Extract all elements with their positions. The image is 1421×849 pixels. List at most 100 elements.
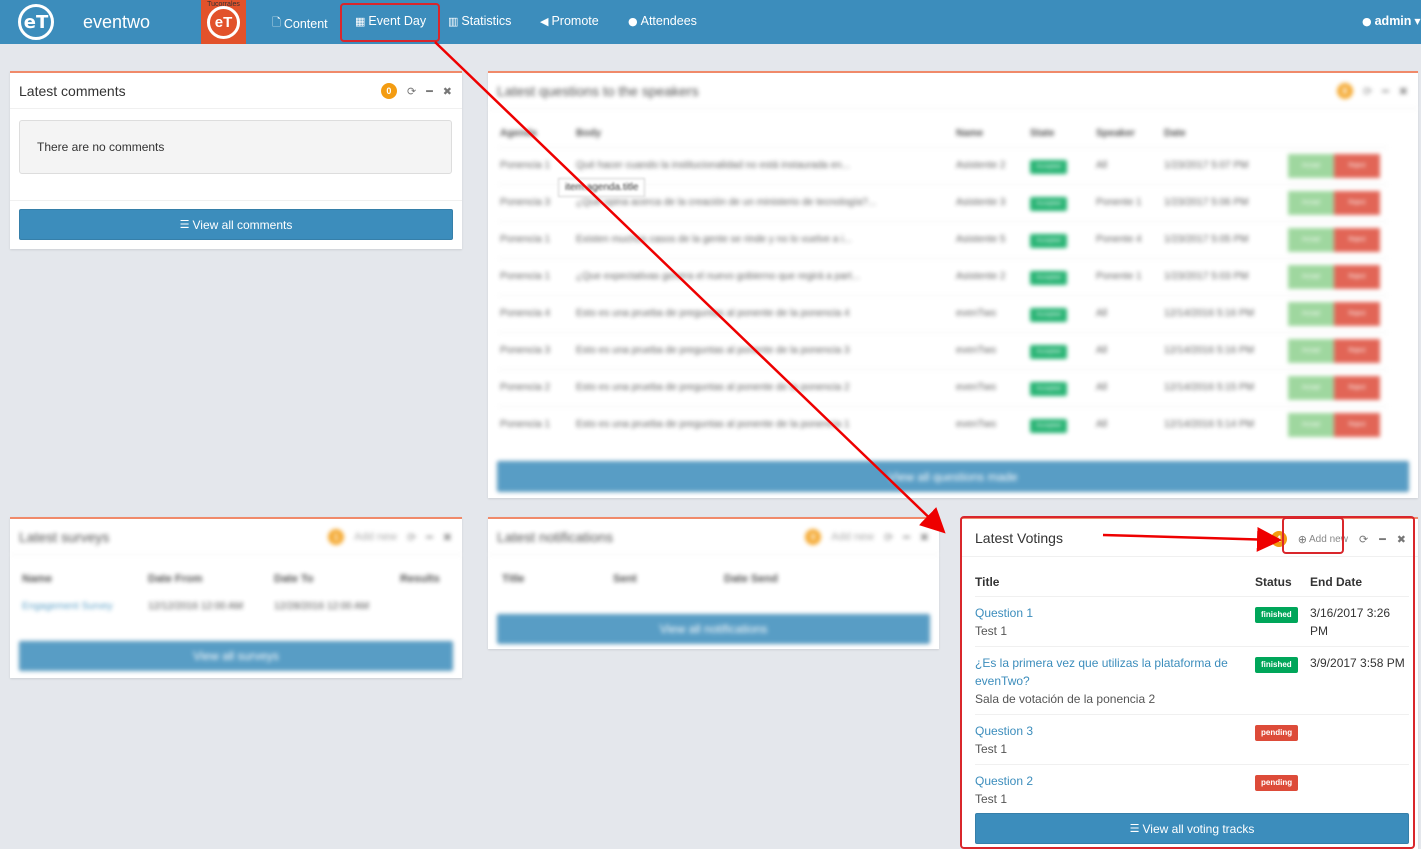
question-name: Asistente 2 xyxy=(954,257,1028,295)
question-state: Accepted xyxy=(1030,160,1068,174)
question-state: Accepted xyxy=(1030,271,1068,285)
brand-name[interactable]: eventwo xyxy=(83,12,150,33)
accept-button[interactable]: Accept xyxy=(1288,264,1334,289)
question-state: Accepted xyxy=(1030,382,1068,396)
survey-name[interactable]: Engagement Survey xyxy=(22,601,148,612)
col-name: Name xyxy=(956,128,984,140)
surveys-blur-wrap: Latest surveys 1 Add new ⟳ ━ ✖ Name Date… xyxy=(10,519,462,678)
col-agenda: Agenda xyxy=(500,128,537,140)
question-actions: Accept Reject xyxy=(1286,220,1388,258)
notifications-count-badge: 0 xyxy=(805,529,822,545)
col-date-send: Date Send xyxy=(724,573,778,585)
divider xyxy=(10,200,462,201)
question-state-cell: Accepted xyxy=(1028,220,1094,258)
reject-button[interactable]: Reject xyxy=(1334,264,1380,289)
survey-row[interactable]: Engagement Survey 12/12/2016 12:00 AM 12… xyxy=(22,601,442,612)
question-name: Asistente 3 xyxy=(954,183,1028,221)
question-state: Accepted xyxy=(1030,419,1068,434)
question-actions: Accept Reject xyxy=(1286,257,1388,295)
question-body: ¿Que expectativas genera el nuevo gobier… xyxy=(574,257,954,295)
questions-box: Latest questions to the speakers 8 ⟳ ━ ✖… xyxy=(488,71,1418,498)
view-all-questions-button[interactable]: View all questions made xyxy=(497,461,1409,492)
question-date: 1/23/2017 5:03 PM xyxy=(1162,257,1286,295)
nav-attendees-label: Attendees xyxy=(640,14,697,28)
nav-promote[interactable]: ◀ Promote xyxy=(540,14,599,28)
col-title: Title xyxy=(502,573,525,585)
eventwo-logo[interactable]: eT xyxy=(18,4,54,40)
question-agenda: Ponencia 3 xyxy=(498,331,574,369)
question-row: Ponencia 4 Esto es una prueba de pregunta… xyxy=(498,294,1388,332)
question-speaker: Ponente 4 xyxy=(1094,220,1162,258)
accept-button[interactable]: Accept xyxy=(1288,338,1334,363)
question-date: 1/23/2017 5:06 PM xyxy=(1162,183,1286,221)
refresh-icon[interactable]: ⟳ xyxy=(407,85,416,98)
view-all-comments-button[interactable]: ☰ View all comments xyxy=(19,209,453,240)
close-icon[interactable]: ✖ xyxy=(1399,85,1408,98)
close-icon[interactable]: ✖ xyxy=(443,85,452,98)
question-name: Asistente 5 xyxy=(954,220,1028,258)
question-date: 1/23/2017 5:07 PM xyxy=(1162,146,1286,184)
comments-tools: 0 ⟳ ━ ✖ xyxy=(380,83,452,99)
refresh-icon[interactable]: ⟳ xyxy=(884,531,893,544)
question-agenda: Ponencia 1 xyxy=(498,220,574,258)
notifications-header: Latest notifications 0 Add new ⟳ ━ ✖ xyxy=(488,519,939,555)
user-menu[interactable]: ● admin ▼ xyxy=(1362,14,1421,28)
comments-count-badge: 0 xyxy=(380,83,397,99)
reject-button[interactable]: Reject xyxy=(1334,190,1380,215)
comments-box: Latest comments 0 ⟳ ━ ✖ There are no com… xyxy=(10,71,462,249)
minimize-icon[interactable]: ━ xyxy=(426,531,433,544)
view-all-surveys-button[interactable]: View all surveys xyxy=(19,641,453,671)
question-date: 12/14/2016 5:16 PM xyxy=(1162,331,1286,369)
accept-button[interactable]: Accept xyxy=(1288,412,1334,437)
reject-button[interactable]: Reject xyxy=(1334,153,1380,178)
question-body: Esto es una prueba de preguntas al ponen… xyxy=(574,331,954,369)
add-new-highlight xyxy=(1282,517,1344,554)
question-row: Ponencia 2 Esto es una prueba de pregunta… xyxy=(498,368,1388,406)
accept-button[interactable]: Accept xyxy=(1288,301,1334,326)
list-icon: ☰ xyxy=(179,218,190,231)
logo-letters: eT xyxy=(23,11,49,33)
refresh-icon[interactable]: ⟳ xyxy=(407,531,416,544)
question-actions: Accept Reject xyxy=(1286,294,1388,332)
nav-attendees[interactable]: ● Attendees xyxy=(628,14,697,28)
question-state-cell: Accepted xyxy=(1028,146,1094,184)
accept-button[interactable]: Accept xyxy=(1288,190,1334,215)
question-state-cell: Accepted xyxy=(1028,368,1094,406)
surveys-title: Latest surveys xyxy=(19,529,110,545)
question-state: Accepted xyxy=(1030,308,1068,322)
notifications-add-new[interactable]: Add new xyxy=(831,531,874,543)
view-all-notifications-button[interactable]: View all notifications xyxy=(497,614,930,644)
reject-button[interactable]: Reject xyxy=(1334,227,1380,252)
view-all-surveys-label: View all surveys xyxy=(193,649,279,663)
user-name: admin xyxy=(1374,14,1412,28)
bullhorn-icon: ◀ xyxy=(540,14,549,28)
questions-tools: 8 ⟳ ━ ✖ xyxy=(1336,83,1408,99)
reject-button[interactable]: Reject xyxy=(1334,375,1380,400)
accept-button[interactable]: Accept xyxy=(1288,375,1334,400)
close-icon[interactable]: ✖ xyxy=(920,531,929,544)
nav-statistics[interactable]: ▥ Statistics xyxy=(448,14,511,28)
surveys-box: Latest surveys 1 Add new ⟳ ━ ✖ Name Date… xyxy=(10,517,462,678)
refresh-icon[interactable]: ⟳ xyxy=(1363,85,1372,98)
surveys-header: Latest surveys 1 Add new ⟳ ━ ✖ xyxy=(10,519,462,555)
reject-button[interactable]: Reject xyxy=(1334,412,1380,437)
question-speaker: Ponente 1 xyxy=(1094,257,1162,295)
nav-content[interactable]: 🗋 Content xyxy=(272,14,328,33)
nav-promote-label: Promote xyxy=(551,14,599,28)
surveys-add-new[interactable]: Add new xyxy=(354,531,397,543)
votings-highlight xyxy=(960,516,1415,849)
minimize-icon[interactable]: ━ xyxy=(903,531,910,544)
reject-button[interactable]: Reject xyxy=(1334,301,1380,326)
view-all-notifications-label: View all notifications xyxy=(659,622,768,636)
question-actions: Accept Reject xyxy=(1286,368,1388,406)
question-actions: Accept Reject xyxy=(1286,183,1388,221)
reject-button[interactable]: Reject xyxy=(1334,338,1380,363)
minimize-icon[interactable]: ━ xyxy=(1382,85,1389,98)
question-agenda: Ponencia 4 xyxy=(498,294,574,332)
partner-logo[interactable]: Tucorrales eT xyxy=(201,0,246,44)
accept-button[interactable]: Accept xyxy=(1288,153,1334,178)
close-icon[interactable]: ✖ xyxy=(443,531,452,544)
minimize-icon[interactable]: ━ xyxy=(426,85,433,98)
accept-button[interactable]: Accept xyxy=(1288,227,1334,252)
question-agenda: Ponencia 2 xyxy=(498,368,574,406)
